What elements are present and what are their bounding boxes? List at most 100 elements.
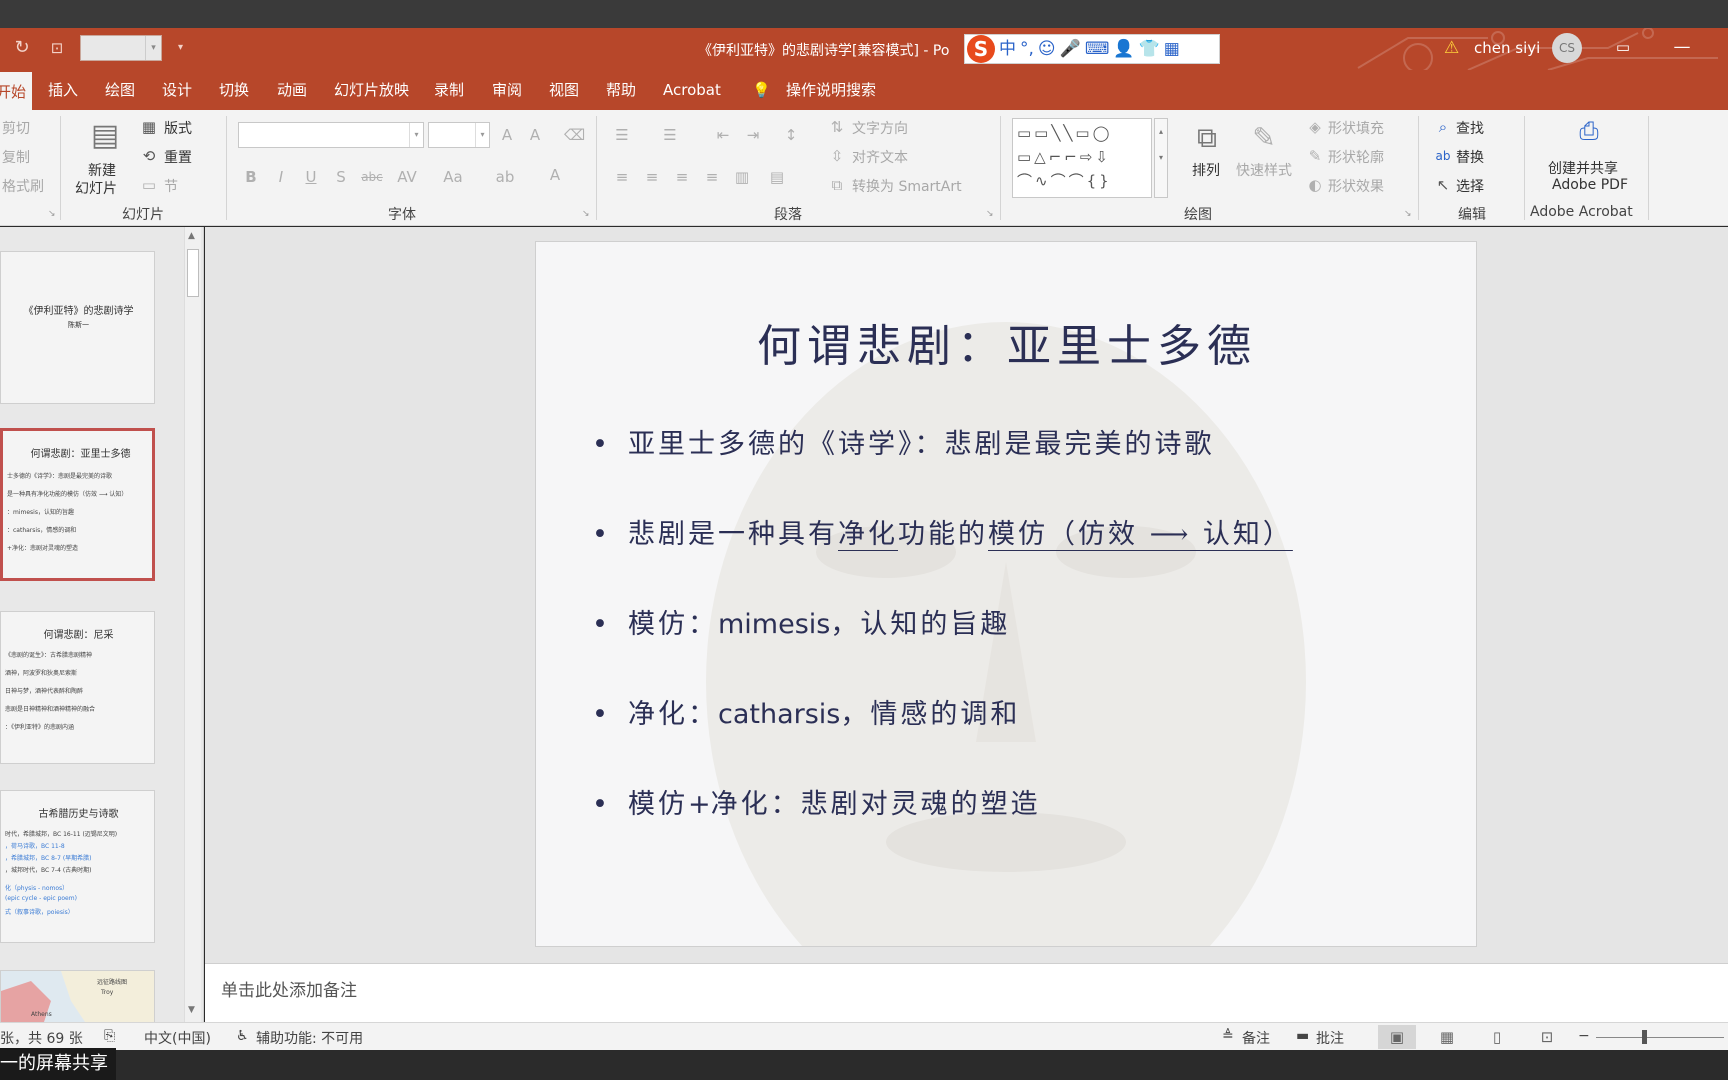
- bold-button[interactable]: B: [242, 168, 260, 186]
- chevron-down-icon[interactable]: ▾: [145, 36, 161, 60]
- bullet-item[interactable]: • 模仿+净化：悲剧对灵魂的塑造: [592, 782, 1041, 821]
- slide-thumbnail[interactable]: 何谓悲剧：尼采 《悲剧的诞生》：古希腊悲剧精神 酒神，阿波罗和狄奥尼索斯 日神与…: [0, 611, 155, 764]
- slide-thumbnail-pane[interactable]: 《伊利亚特》的悲剧诗学 陈斯一 何谓悲剧：亚里士多德 士多德的《诗学》：悲剧是最…: [0, 227, 204, 1022]
- tab-insert[interactable]: 插入: [48, 70, 78, 110]
- user-name[interactable]: chen siyi: [1474, 39, 1540, 57]
- reset-icon[interactable]: ⟲: [140, 147, 158, 165]
- bullets-icon[interactable]: ☰: [610, 126, 634, 144]
- tab-help[interactable]: 帮助: [606, 70, 636, 110]
- change-case-button[interactable]: Aa: [438, 168, 468, 186]
- language-status[interactable]: 中文(中国): [144, 1028, 211, 1048]
- slide-thumbnail-selected[interactable]: 何谓悲剧：亚里士多德 士多德的《诗学》：悲剧是最完美的诗歌 是一种具有净化功能的…: [0, 428, 155, 581]
- layout-icon[interactable]: ▦: [140, 118, 158, 136]
- chevron-down-icon[interactable]: ▾: [409, 123, 423, 147]
- comments-toggle[interactable]: 批注: [1316, 1028, 1344, 1048]
- quick-styles-icon[interactable]: ✎: [1246, 118, 1282, 158]
- present-from-start-icon[interactable]: ⊡: [44, 36, 70, 60]
- adobe-pdf-button[interactable]: Adobe PDF: [1552, 177, 1628, 193]
- notes-icon[interactable]: ≜: [1222, 1028, 1234, 1044]
- scroll-down-icon[interactable]: ▼: [188, 1005, 195, 1015]
- find-button[interactable]: 查找: [1456, 118, 1484, 138]
- slide-sorter-icon[interactable]: ▦: [1428, 1025, 1466, 1049]
- tab-view[interactable]: 视图: [549, 70, 579, 110]
- numbering-icon[interactable]: ☰: [658, 126, 682, 144]
- comments-icon[interactable]: ▬: [1296, 1028, 1309, 1044]
- ime-chinese-mode-icon[interactable]: 中: [999, 35, 1016, 63]
- slide-canvas[interactable]: 何谓悲剧：亚里士多德 • 亚里士多德的《诗学》：悲剧是最完美的诗歌 • 悲剧是一种具…: [535, 241, 1477, 947]
- font-name-input[interactable]: ▾: [238, 122, 424, 148]
- spelling-icon[interactable]: ⎘: [104, 1028, 115, 1044]
- new-slide-dropdown[interactable]: 幻灯片: [75, 178, 117, 198]
- tab-record[interactable]: 录制: [434, 70, 464, 110]
- clear-formatting-icon[interactable]: ⌫: [564, 126, 585, 144]
- bullet-item[interactable]: • 亚里士多德的《诗学》：悲剧是最完美的诗歌: [592, 422, 1215, 461]
- shape-effects-icon[interactable]: ◐: [1306, 176, 1324, 194]
- notes-pane[interactable]: 单击此处添加备注: [205, 963, 1728, 1022]
- font-color-icon[interactable]: A: [544, 166, 566, 184]
- decrease-font-icon[interactable]: A: [526, 126, 544, 144]
- slide-thumbnail[interactable]: 《伊利亚特》的悲剧诗学 陈斯一: [0, 251, 155, 404]
- cut-button[interactable]: 剪切: [2, 118, 30, 138]
- align-left-icon[interactable]: ≡: [612, 168, 632, 186]
- tab-transitions[interactable]: 切换: [219, 70, 249, 110]
- ime-punctuation-icon[interactable]: °,: [1020, 35, 1034, 63]
- font-launcher-icon[interactable]: ↘: [582, 209, 590, 219]
- shape-effects-button[interactable]: 形状效果: [1328, 176, 1384, 196]
- replace-icon[interactable]: ab: [1434, 147, 1452, 165]
- tab-draw[interactable]: 绘图: [105, 70, 135, 110]
- increase-indent-icon[interactable]: ⇥: [742, 126, 764, 144]
- accessibility-icon[interactable]: ♿: [236, 1028, 249, 1044]
- tab-home[interactable]: 开始: [0, 72, 33, 110]
- align-text-icon[interactable]: ⇳: [828, 147, 846, 165]
- shape-outline-icon[interactable]: ✎: [1306, 147, 1324, 165]
- scroll-up-icon[interactable]: ▲: [188, 231, 195, 241]
- copy-button[interactable]: 复制: [2, 147, 30, 167]
- zoom-slider-thumb[interactable]: [1642, 1030, 1647, 1044]
- zoom-slider[interactable]: [1596, 1037, 1724, 1038]
- normal-view-icon[interactable]: ▣: [1378, 1025, 1416, 1049]
- highlight-icon[interactable]: ab: [494, 168, 516, 186]
- slide-thumbnail[interactable]: 远征路线图 Troy Athens: [0, 970, 155, 1022]
- font-size-input[interactable]: ▾: [428, 122, 490, 148]
- ime-skin-icon[interactable]: 👕: [1139, 35, 1160, 63]
- increase-font-icon[interactable]: A: [498, 126, 516, 144]
- create-pdf-icon[interactable]: ⎙: [1574, 114, 1604, 148]
- paragraph-launcher-icon[interactable]: ↘: [986, 209, 994, 219]
- sogou-logo-icon[interactable]: S: [967, 35, 995, 63]
- thumbnail-scrollbar[interactable]: ▲ ▼: [184, 227, 201, 1022]
- accessibility-status[interactable]: 辅助功能: 不可用: [256, 1028, 363, 1048]
- reading-view-icon[interactable]: ▯: [1478, 1025, 1516, 1049]
- find-icon[interactable]: ⌕: [1434, 118, 1452, 136]
- ime-emoji-icon[interactable]: ☺: [1038, 35, 1056, 63]
- distributed-icon[interactable]: ▥: [732, 168, 752, 186]
- tab-review[interactable]: 审阅: [492, 70, 522, 110]
- bullet-item[interactable]: • 悲剧是一种具有净化功能的模仿（仿效 ⟶ 认知）: [592, 512, 1293, 551]
- slide-thumbnail[interactable]: 古希腊历史与诗歌 时代，希腊城邦，BC 16-11 (迈锡尼文明) ，荷马诗歌，…: [0, 790, 155, 943]
- bullet-item[interactable]: • 模仿：mimesis，认知的旨趣: [592, 602, 1010, 641]
- character-spacing-button[interactable]: AV: [392, 168, 422, 186]
- quick-access-font-size-combo[interactable]: ▾: [80, 35, 162, 61]
- tab-design[interactable]: 设计: [162, 70, 192, 110]
- notes-toggle[interactable]: 备注: [1242, 1028, 1270, 1048]
- clipboard-launcher-icon[interactable]: ↘: [48, 209, 56, 219]
- shapes-gallery-scroll[interactable]: ▴ ▾: [1154, 118, 1168, 198]
- shadow-button[interactable]: S: [332, 168, 350, 186]
- smartart-icon[interactable]: ⧉: [828, 176, 846, 194]
- redo-icon[interactable]: ↻: [10, 36, 34, 60]
- drawing-launcher-icon[interactable]: ↘: [1404, 209, 1412, 219]
- avatar[interactable]: CS: [1552, 33, 1582, 63]
- ime-user-icon[interactable]: 👤: [1113, 35, 1134, 63]
- ime-voice-icon[interactable]: 🎤: [1060, 35, 1081, 63]
- replace-button[interactable]: 替换: [1456, 147, 1484, 167]
- text-direction-icon[interactable]: ⇅: [828, 118, 846, 136]
- tab-acrobat[interactable]: Acrobat: [663, 70, 721, 110]
- lightbulb-icon[interactable]: 💡: [752, 70, 771, 110]
- chevron-down-icon[interactable]: ▾: [475, 123, 489, 147]
- tab-slideshow[interactable]: 幻灯片放映: [334, 70, 409, 110]
- bullet-item[interactable]: • 净化：catharsis，情感的调和: [592, 692, 1020, 731]
- strikethrough-button[interactable]: abc: [358, 168, 386, 186]
- italic-button[interactable]: I: [272, 168, 290, 186]
- tab-animations[interactable]: 动画: [277, 70, 307, 110]
- new-slide-button[interactable]: 新建: [88, 160, 116, 180]
- warning-icon[interactable]: ⚠: [1444, 38, 1459, 58]
